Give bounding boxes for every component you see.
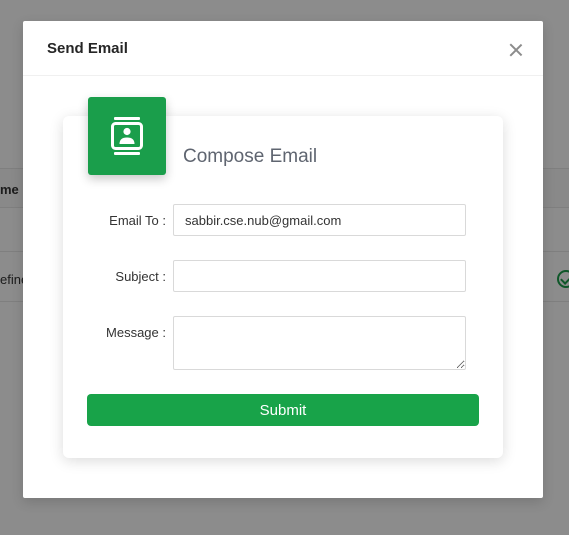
contact-card-icon-svg	[111, 117, 143, 155]
send-email-modal: Send Email Compose Email Email To : Subj…	[23, 21, 543, 498]
compose-email-title: Compose Email	[183, 146, 318, 167]
email-to-input[interactable]	[173, 204, 466, 236]
message-label: Message :	[106, 325, 166, 340]
submit-button[interactable]: Submit	[87, 394, 479, 426]
subject-input[interactable]	[173, 260, 466, 292]
subject-label: Subject :	[115, 269, 166, 284]
close-icon[interactable]	[507, 41, 525, 59]
email-to-label: Email To :	[109, 213, 166, 228]
modal-title: Send Email	[47, 40, 128, 57]
modal-header: Send Email	[23, 21, 543, 76]
message-textarea[interactable]	[173, 316, 466, 370]
contact-card-icon	[88, 97, 166, 175]
